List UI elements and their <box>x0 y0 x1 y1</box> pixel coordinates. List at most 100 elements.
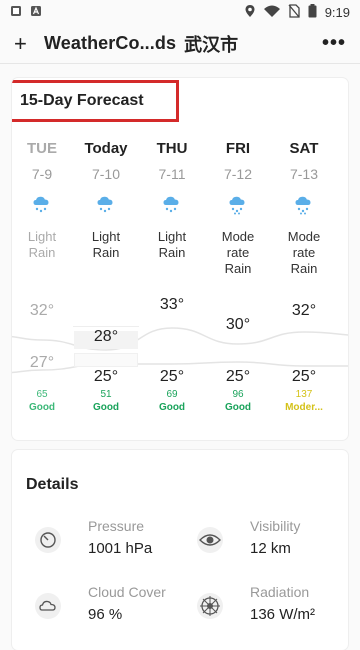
high-temperature: 32° <box>291 302 317 319</box>
condition-line: Light <box>157 229 187 244</box>
pressure-gauge-icon <box>35 527 61 553</box>
air-quality: 96 Good <box>205 388 271 414</box>
more-options-button[interactable]: ••• <box>322 32 346 55</box>
moderate-rain-icon <box>295 196 311 215</box>
high-temperature: 33° <box>159 296 185 313</box>
notification-square-icon <box>10 5 22 19</box>
add-location-button[interactable]: + <box>14 32 36 55</box>
aqi-value: 65 <box>36 389 48 400</box>
day-name: SAT <box>289 140 319 157</box>
aqi-value: 137 <box>295 389 313 400</box>
aqi-value: 51 <box>100 389 112 400</box>
battery-icon <box>308 3 317 21</box>
aqi-level: Good <box>92 402 120 413</box>
detail-label: Visibility <box>250 518 301 534</box>
condition-line: Rain <box>92 245 120 260</box>
light-rain-icon <box>33 196 49 213</box>
notification-a-icon <box>30 5 42 19</box>
no-sim-icon <box>288 3 300 21</box>
day-date: 7-13 <box>289 166 319 182</box>
condition-line: Rain <box>290 261 318 276</box>
forecast-day[interactable]: THU 7-11 Light Rain <box>139 140 205 277</box>
day-condition: Light Rain <box>73 229 139 277</box>
details-title: Details <box>26 476 79 493</box>
day-date: 7-12 <box>223 166 253 182</box>
detail-label: Pressure <box>88 518 145 534</box>
placeholder-bar <box>74 353 138 367</box>
high-temperature: 32° <box>29 302 55 319</box>
low-temperature: 25° <box>159 368 185 385</box>
app-bar: + WeatherCo...ds 武汉市 ••• <box>0 24 360 64</box>
condition-line: Mode <box>221 229 255 244</box>
condition-line: rate <box>226 245 250 260</box>
condition-line: Light <box>91 229 121 244</box>
condition-line: Rain <box>158 245 186 260</box>
day-name: FRI <box>225 140 251 157</box>
day-name: THU <box>156 140 188 157</box>
aqi-level: Moder... <box>285 402 323 413</box>
detail-label: Cloud Cover <box>88 584 166 600</box>
day-condition: Light Rain <box>139 229 205 277</box>
day-condition: I <box>337 224 348 272</box>
aqi-level: Good <box>28 402 56 413</box>
detail-visibility: Visibility 12 km <box>174 518 334 568</box>
location-icon <box>244 4 256 21</box>
forecast-card: 15-Day Forecast TUE 7-9 Light Rain 32° 27° 65 G… <box>12 78 348 440</box>
wifi-icon <box>263 5 280 20</box>
high-temperature: 30° <box>225 316 251 333</box>
day-name: Today <box>84 140 128 157</box>
detail-value: 1001 hPa <box>88 540 153 557</box>
day-date: 7-9 <box>31 166 53 182</box>
condition-line: Light <box>27 229 57 244</box>
forecast-title-highlight: 15-Day Forecast <box>12 80 179 122</box>
detail-label: Radiation <box>250 584 310 600</box>
condition-line: Rain <box>224 261 252 276</box>
status-bar: 9:19 <box>0 0 360 24</box>
high-temperature: 28° <box>93 328 119 345</box>
aqi-level: Good <box>224 402 252 413</box>
status-time: 9:19 <box>324 4 350 20</box>
aqi-value: 96 <box>232 389 244 400</box>
details-card: Details Pressure 1001 hPa Visibility 12 … <box>12 450 348 650</box>
detail-value: 96 % <box>88 606 123 623</box>
day-date <box>337 166 348 184</box>
light-rain-icon <box>163 196 179 213</box>
condition-line: I <box>337 224 348 240</box>
moderate-rain-icon <box>229 196 245 215</box>
low-temperature: 25° <box>225 368 251 385</box>
aqi-value: 69 <box>166 389 178 400</box>
condition-line: Rain <box>28 245 56 260</box>
forecast-day[interactable]: FRI 7-12 Mode rate Rain <box>205 140 271 277</box>
forecast-day[interactable]: TUE 7-9 Light Rain <box>12 140 75 277</box>
forecast-days-strip[interactable]: TUE 7-9 Light Rain 32° 27° 65 Good Today 7-10 Ligh… <box>12 140 348 440</box>
forecast-day[interactable]: Today 7-10 Light Rain <box>73 140 139 277</box>
low-temperature: 27° <box>29 354 55 371</box>
air-quality: 137 Moder... <box>271 388 337 414</box>
condition-line: rate <box>292 245 316 260</box>
light-rain-icon <box>97 196 113 213</box>
cloud-icon <box>35 593 61 619</box>
aqi-level: Good <box>158 402 186 413</box>
eye-icon <box>197 527 223 553</box>
city-name[interactable]: 武汉市 <box>184 31 238 57</box>
day-date: 7-10 <box>91 166 121 182</box>
air-quality: 69 Good <box>139 388 205 414</box>
detail-pressure: Pressure 1001 hPa <box>12 518 172 568</box>
detail-radiation: Radiation 136 W/m² <box>174 584 334 634</box>
app-title: WeatherCo...ds <box>44 33 177 53</box>
day-name: S <box>337 140 348 160</box>
detail-value: 12 km <box>250 540 291 557</box>
high-temp-line <box>12 327 348 351</box>
day-condition: Mode rate Rain <box>271 229 337 277</box>
day-condition: Mode rate Rain <box>205 229 271 277</box>
day-condition: Light Rain <box>12 229 75 277</box>
air-quality: 65 Good <box>12 388 75 414</box>
forecast-day[interactable]: SAT 7-13 Mode rate Rain <box>271 140 337 277</box>
detail-value: 136 W/m² <box>250 606 316 623</box>
day-date: 7-11 <box>158 166 186 182</box>
low-temperature: 25° <box>291 368 317 385</box>
forecast-day[interactable]: SI <box>337 140 348 272</box>
day-name: TUE <box>27 140 57 157</box>
forecast-title: 15-Day Forecast <box>20 92 144 109</box>
radiation-icon <box>197 593 223 619</box>
